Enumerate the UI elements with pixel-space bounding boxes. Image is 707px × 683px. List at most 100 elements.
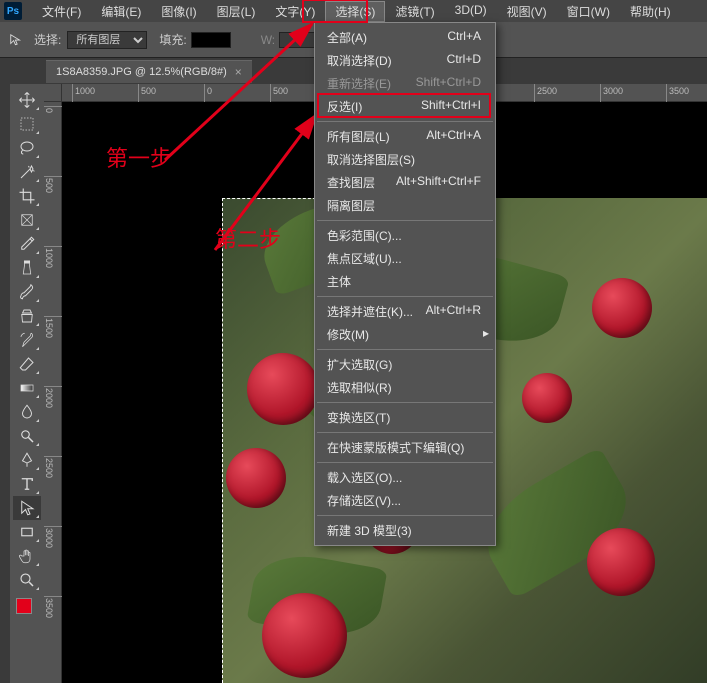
menu-item-label: 所有图层(L) <box>327 128 390 145</box>
menu-item[interactable]: 修改(M) ▸ <box>315 323 495 346</box>
side-gutter <box>0 84 10 683</box>
crop-tool[interactable] <box>13 184 41 208</box>
ruler-tick: 3000 <box>44 526 62 548</box>
menu-滤镜[interactable]: 滤镜(T) <box>385 1 444 22</box>
menu-item[interactable]: 所有图层(L)Alt+Ctrl+A <box>315 125 495 148</box>
pen-tool[interactable] <box>13 448 41 472</box>
menu-item[interactable]: 在快速蒙版模式下编辑(Q) <box>315 436 495 459</box>
vertical-ruler: 0500100015002000250030003500 <box>44 102 62 683</box>
menu-item[interactable]: 色彩范围(C)... <box>315 224 495 247</box>
menu-item[interactable]: 焦点区域(U)... <box>315 247 495 270</box>
hand-tool[interactable] <box>13 544 41 568</box>
menu-编辑[interactable]: 编辑(E) <box>91 1 151 22</box>
menu-item-label: 取消选择(D) <box>327 52 392 69</box>
menu-item-label: 选择并遮住(K)... <box>327 303 413 320</box>
menu-item[interactable]: 载入选区(O)... <box>315 466 495 489</box>
menu-item[interactable]: 存储选区(V)... <box>315 489 495 512</box>
clone-stamp-tool[interactable] <box>13 304 41 328</box>
menu-文件[interactable]: 文件(F) <box>32 1 91 22</box>
color-swatches[interactable] <box>16 598 38 620</box>
select-menu-dropdown: 全部(A)Ctrl+A 取消选择(D) Ctrl+D 重新选择(E) Shift+Ctr… <box>314 22 496 546</box>
dodge-tool[interactable] <box>13 424 41 448</box>
menu-图像[interactable]: 图像(I) <box>151 1 206 22</box>
eyedropper-tool[interactable] <box>13 232 41 256</box>
menu-separator <box>317 432 493 433</box>
frame-tool[interactable] <box>13 208 41 232</box>
menu-item-label: 重新选择(E) <box>327 75 391 92</box>
magic-wand-tool[interactable] <box>13 160 41 184</box>
menu-item-label: 查找图层 <box>327 174 375 191</box>
menu-item[interactable]: 反选(I)Shift+Ctrl+I <box>315 95 495 118</box>
layer-select[interactable]: 所有图层 <box>67 31 147 49</box>
menu-item-label: 变换选区(T) <box>327 409 390 426</box>
menu-separator <box>317 121 493 122</box>
annotation-step1: 第一步 <box>106 141 172 173</box>
menu-item[interactable]: 选择并遮住(K)... Alt+Ctrl+R <box>315 300 495 323</box>
close-icon[interactable]: × <box>235 65 242 79</box>
menu-文字[interactable]: 文字(Y) <box>265 1 325 22</box>
menu-item[interactable]: 新建 3D 模型(3) <box>315 519 495 542</box>
ruler-tick: 3000 <box>600 84 623 102</box>
path-tool-icon <box>6 30 26 50</box>
menu-item-shortcut: Ctrl+D <box>447 52 481 69</box>
menu-item-shortcut: Ctrl+A <box>447 29 481 46</box>
menubar: Ps 文件(F)编辑(E)图像(I)图层(L)文字(Y)选择(S)滤镜(T)3D… <box>0 0 707 22</box>
ruler-tick: 0 <box>44 106 62 113</box>
menu-3d[interactable]: 3D(D) <box>445 1 497 22</box>
menu-item-shortcut: Alt+Shift+Ctrl+F <box>396 174 481 191</box>
gradient-tool[interactable] <box>13 376 41 400</box>
fill-swatch[interactable] <box>191 32 231 48</box>
move-tool[interactable] <box>13 88 41 112</box>
brush-tool[interactable] <box>13 280 41 304</box>
zoom-tool[interactable] <box>13 568 41 592</box>
menu-选择[interactable]: 选择(S) <box>325 1 385 22</box>
menu-item-label: 反选(I) <box>327 98 362 115</box>
rectangle-tool[interactable] <box>13 520 41 544</box>
submenu-arrow-icon: ▸ <box>483 326 489 340</box>
annotation-step2: 第二步 <box>215 222 281 254</box>
ruler-tick: 500 <box>44 176 62 193</box>
menu-item-label: 新建 3D 模型(3) <box>327 522 412 539</box>
menu-item-label: 扩大选取(G) <box>327 356 392 373</box>
menu-窗口[interactable]: 窗口(W) <box>557 1 620 22</box>
menu-item-shortcut: Alt+Ctrl+R <box>426 303 481 320</box>
width-label: W: <box>261 33 275 47</box>
document-tab[interactable]: 1S8A8359.JPG @ 12.5%(RGB/8#) × <box>46 60 252 83</box>
menu-item[interactable]: 取消选择图层(S) <box>315 148 495 171</box>
menu-图层[interactable]: 图层(L) <box>207 1 266 22</box>
menu-item-label: 色彩范围(C)... <box>327 227 402 244</box>
ruler-corner <box>44 84 62 102</box>
menu-视图[interactable]: 视图(V) <box>497 1 557 22</box>
lasso-tool[interactable] <box>13 136 41 160</box>
toolbar <box>10 84 44 683</box>
eraser-tool[interactable] <box>13 352 41 376</box>
foreground-color[interactable] <box>16 598 32 614</box>
path-selection-tool[interactable] <box>13 496 41 520</box>
menu-item[interactable]: 隔离图层 <box>315 194 495 217</box>
menu-item[interactable]: 查找图层 Alt+Shift+Ctrl+F <box>315 171 495 194</box>
history-brush-tool[interactable] <box>13 328 41 352</box>
menu-separator <box>317 296 493 297</box>
ruler-tick: 2500 <box>44 456 62 478</box>
menu-item[interactable]: 选取相似(R) <box>315 376 495 399</box>
menu-separator <box>317 515 493 516</box>
healing-brush-tool[interactable] <box>13 256 41 280</box>
menu-item[interactable]: 全部(A)Ctrl+A <box>315 26 495 49</box>
menu-item-label: 修改(M) <box>327 326 369 343</box>
ruler-tick: 2500 <box>534 84 557 102</box>
menu-item[interactable]: 主体 <box>315 270 495 293</box>
menu-item-label: 选取相似(R) <box>327 379 392 396</box>
menu-item-shortcut: Shift+Ctrl+D <box>416 75 481 92</box>
menu-帮助[interactable]: 帮助(H) <box>620 1 681 22</box>
marquee-tool[interactable] <box>13 112 41 136</box>
blur-tool[interactable] <box>13 400 41 424</box>
menu-item[interactable]: 取消选择(D) Ctrl+D <box>315 49 495 72</box>
type-tool[interactable] <box>13 472 41 496</box>
ruler-tick: 0 <box>204 84 212 102</box>
menu-separator <box>317 462 493 463</box>
fill-label: 填充: <box>159 31 186 48</box>
menu-item[interactable]: 扩大选取(G) <box>315 353 495 376</box>
menu-item-label: 载入选区(O)... <box>327 469 402 486</box>
menu-separator <box>317 402 493 403</box>
menu-item[interactable]: 变换选区(T) <box>315 406 495 429</box>
